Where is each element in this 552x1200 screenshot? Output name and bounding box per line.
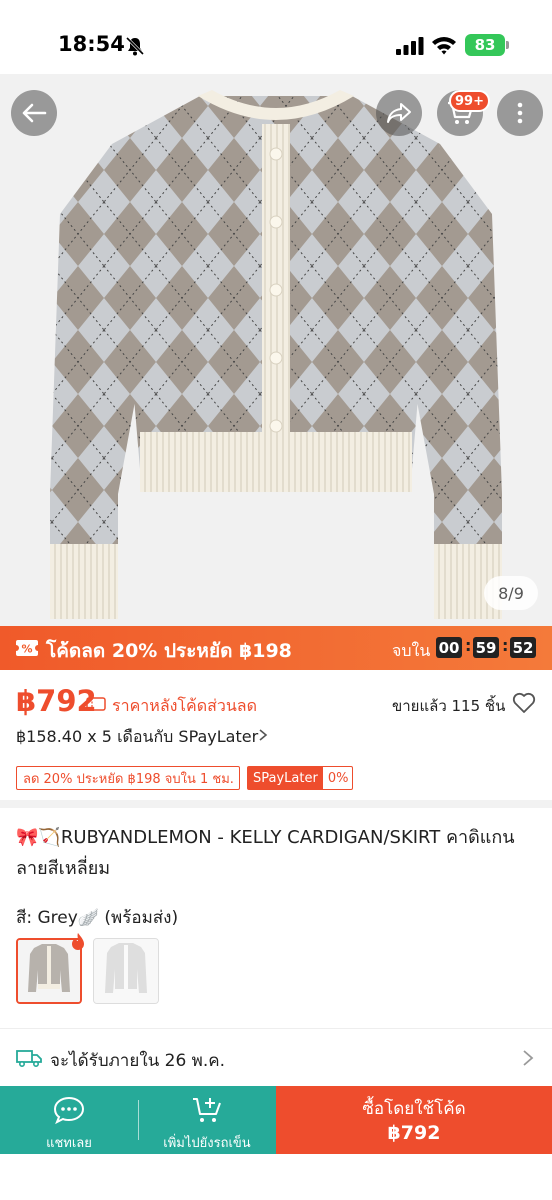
add-to-cart-button[interactable]: เพิ่มไปยังรถเข็น	[138, 1086, 276, 1154]
spaylater-tag: SPayLater	[248, 767, 323, 789]
share-icon	[387, 103, 411, 123]
voucher-deal-bar[interactable]: % โค้ดลด 20% ประหยัด ฿198 จบใน 00 : 59 :…	[0, 626, 552, 670]
cart-count-badge: 99+	[449, 90, 490, 112]
buy-with-voucher-button[interactable]: ซื้อโดยใช้โค้ด ฿792	[276, 1086, 552, 1154]
timer-colon: :	[502, 636, 509, 655]
timer-colon: :	[465, 636, 472, 655]
timer-hours: 00	[436, 637, 462, 658]
add-to-cart-icon	[193, 1098, 221, 1122]
sold-count: ขายแล้ว 115 ชิ้น	[392, 697, 506, 715]
voucher-percent-icon: %	[15, 640, 39, 656]
variant-thumbnail	[94, 939, 158, 1003]
chevron-right-icon	[259, 729, 268, 741]
product-title: 🎀🏹RUBYANDLEMON - KELLY CARDIGAN/SKIRT คา…	[16, 827, 515, 879]
installment-info[interactable]: ฿158.40 x 5 เดือนกับ SPayLater	[16, 725, 258, 750]
delivery-estimate: จะได้รับภายใน 26 พ.ค.	[50, 1051, 226, 1071]
signal-icon	[396, 37, 424, 55]
section-divider	[0, 800, 552, 808]
fire-icon	[72, 933, 84, 950]
deal-ends-label: จบใน	[392, 641, 431, 660]
truck-icon	[16, 1050, 42, 1067]
back-button[interactable]	[11, 90, 57, 136]
price-after-voucher-note: ราคาหลังโค้ดส่วนลด	[112, 696, 257, 715]
product-image[interactable]: 8/9	[0, 74, 552, 626]
voucher-deal-text: โค้ดลด 20% ประหยัด ฿198	[46, 640, 292, 662]
product-info-section: 🎀🏹RUBYANDLEMON - KELLY CARDIGAN/SKIRT คา…	[0, 808, 552, 1028]
spaylater-rate: 0%	[327, 770, 349, 786]
chevron-right-icon	[523, 1050, 534, 1066]
timer-seconds: 52	[510, 637, 536, 658]
variant-label: สี: Grey🪽 (พร้อมส่ง)	[16, 908, 179, 928]
battery-indicator: 83	[465, 34, 505, 56]
image-counter: 8/9	[484, 576, 538, 610]
spaylater-chip: SPayLater 0%	[247, 766, 353, 790]
variant-option-white[interactable]	[93, 938, 159, 1004]
heart-icon[interactable]	[512, 692, 536, 714]
button-separator	[138, 1100, 139, 1140]
chat-button[interactable]: แชทเลย	[0, 1086, 138, 1154]
wifi-icon	[432, 37, 456, 55]
price-tag-icon	[86, 697, 106, 711]
battery-cap	[506, 41, 509, 49]
bell-slash-icon	[125, 36, 145, 56]
cardigan-illustration	[50, 90, 502, 619]
status-time: 18:54	[58, 32, 125, 56]
delivery-row[interactable]: จะได้รับภายใน 26 พ.ค.	[0, 1028, 552, 1086]
buy-price: ฿792	[387, 1122, 441, 1144]
add-to-cart-label: เพิ่มไปยังรถเข็น	[163, 1136, 251, 1151]
price-section: ฿792 ราคาหลังโค้ดส่วนลด ขายแล้ว 115 ชิ้น…	[0, 670, 552, 800]
more-options-button[interactable]	[497, 90, 543, 136]
share-button[interactable]	[376, 90, 422, 136]
svg-text:%: %	[21, 643, 32, 656]
price: ฿792	[16, 684, 97, 718]
status-bar: 18:54 83	[0, 0, 552, 74]
chat-icon	[53, 1096, 85, 1125]
more-vertical-icon	[517, 102, 523, 124]
bottom-action-bar: แชทเลย เพิ่มไปยังรถเข็น ซื้อโดยใช้โค้ด ฿…	[0, 1086, 552, 1154]
arrow-left-icon	[22, 103, 47, 123]
timer-minutes: 59	[473, 637, 499, 658]
discount-chip: ลด 20% ประหยัด ฿198 จบใน 1 ชม.	[16, 766, 240, 790]
home-indicator-area	[0, 1154, 552, 1200]
chat-label: แชทเลย	[46, 1136, 92, 1151]
buy-label: ซื้อโดยใช้โค้ด	[362, 1099, 466, 1119]
